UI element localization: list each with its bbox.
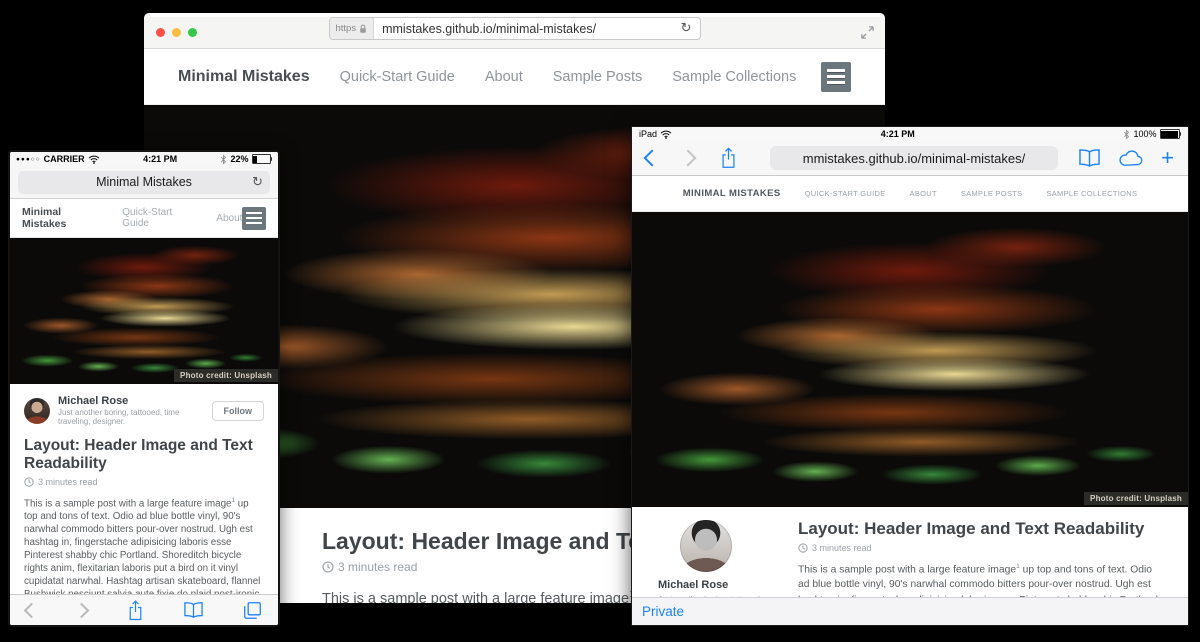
forward-icon[interactable]	[74, 602, 90, 618]
close-window-button[interactable]	[156, 28, 165, 37]
body-text: This is a sample post with a large featu…	[24, 498, 231, 509]
site-title-link[interactable]: Minimal Mistakes	[22, 206, 100, 230]
carrier-label: CARRIER	[44, 154, 85, 164]
back-icon[interactable]	[24, 602, 40, 618]
bookmarks-icon[interactable]	[183, 601, 204, 619]
safari-toolbar: mmistakes.github.io/minimal-mistakes/ +	[632, 141, 1188, 176]
nav-link-quick-start[interactable]: Quick-Start Guide	[122, 207, 194, 229]
ipad-mockup: iPad 4:21 PM 100% mmistakes.github.io/mi…	[632, 127, 1188, 625]
bluetooth-icon	[220, 154, 227, 165]
site-title-link[interactable]: Minimal Mistakes	[178, 68, 310, 86]
nav-link-quick-start[interactable]: Quick-Start Guide	[340, 69, 455, 85]
nav-link-about[interactable]: About	[910, 189, 937, 198]
device-label: iPad	[639, 129, 657, 139]
ipad-status-bar: iPad 4:21 PM 100%	[632, 127, 1188, 141]
minimize-window-button[interactable]	[172, 28, 181, 37]
status-time: 4:21 PM	[672, 129, 1123, 139]
battery-icon	[252, 154, 273, 164]
battery-icon	[1160, 129, 1182, 139]
lock-icon	[359, 24, 367, 34]
post-title: Layout: Header Image and Text Readabilit…	[24, 437, 264, 472]
nav-link-sample-posts[interactable]: Sample Posts	[961, 189, 1023, 198]
safari-url-row: Minimal Mistakes ↻	[10, 166, 278, 199]
nav-link-about[interactable]: About	[485, 69, 523, 85]
site-masthead-mobile: Minimal Mistakes Quick-Start Guide About	[10, 199, 278, 238]
post-content: Michael Rose Just another boring, tattoo…	[10, 384, 278, 625]
author-row: Michael Rose Just another boring, tattoo…	[24, 395, 264, 426]
read-time: 3 minutes read	[798, 543, 1162, 553]
address-bar[interactable]: https mmistakes.github.io/minimal-mistak…	[329, 17, 701, 40]
bluetooth-icon	[1123, 129, 1130, 140]
site-title-link[interactable]: Minimal Mistakes	[683, 188, 781, 199]
https-label: https	[336, 23, 357, 34]
body-text: This is a sample post with a large featu…	[798, 564, 1016, 575]
battery-percent: 100%	[1133, 129, 1156, 139]
forward-icon[interactable]	[680, 150, 697, 167]
read-time-label: 3 minutes read	[338, 560, 417, 574]
nav-link-sample-posts[interactable]: Sample Posts	[553, 69, 642, 85]
read-time: 3 minutes read	[24, 477, 264, 487]
browser-toolbar: https mmistakes.github.io/minimal-mistak…	[144, 17, 885, 49]
follow-button[interactable]: Follow	[212, 401, 265, 421]
avatar	[24, 398, 50, 424]
iphone-status-bar: ●●●○○ CARRIER 4:21 PM 22%	[10, 152, 278, 166]
new-tab-icon[interactable]: +	[1161, 147, 1174, 169]
iphone-mockup: ●●●○○ CARRIER 4:21 PM 22% Minimal Mistak…	[10, 152, 278, 625]
address-field-text[interactable]: mmistakes.github.io/minimal-mistakes/	[803, 151, 1026, 166]
bookmarks-icon[interactable]	[1078, 148, 1101, 168]
share-icon[interactable]	[127, 600, 144, 621]
share-icon[interactable]	[720, 147, 737, 169]
wifi-icon	[88, 155, 100, 164]
private-browsing-bar: Private	[632, 597, 1188, 625]
clock-icon	[24, 477, 34, 487]
author-name: Michael Rose	[658, 579, 770, 591]
feature-image: Photo credit: Unsplash	[10, 238, 278, 384]
status-time: 4:21 PM	[100, 154, 221, 164]
author-bio: Just another boring, tattooed, time trav…	[58, 408, 212, 426]
read-time-label: 3 minutes read	[38, 477, 98, 487]
body-text: This is a sample post with a large featu…	[322, 591, 629, 603]
wifi-icon	[660, 130, 672, 139]
photo-credit-badge: Photo credit: Unsplash	[1084, 492, 1188, 505]
nav-link-quick-start[interactable]: Quick-Start Guide	[805, 189, 886, 198]
https-badge: https	[330, 18, 375, 39]
address-field-text[interactable]: Minimal Mistakes	[96, 175, 192, 189]
battery-percent: 22%	[230, 154, 248, 164]
url-text[interactable]: mmistakes.github.io/minimal-mistakes/	[374, 22, 680, 36]
reload-icon[interactable]: ↻	[252, 175, 263, 190]
site-masthead: Minimal Mistakes Quick-Start Guide About…	[144, 49, 885, 105]
window-controls[interactable]	[156, 28, 197, 37]
zoom-window-button[interactable]	[188, 28, 197, 37]
post-title: Layout: Header Image and Text Readabilit…	[798, 520, 1162, 539]
photo-credit-badge: Photo credit: Unsplash	[174, 369, 278, 382]
ipad-address-field[interactable]: mmistakes.github.io/minimal-mistakes/	[770, 146, 1058, 170]
nav-link-about[interactable]: About	[216, 213, 242, 224]
private-button[interactable]: Private	[642, 604, 684, 619]
fullscreen-icon[interactable]	[860, 25, 875, 40]
author-name: Michael Rose	[58, 395, 212, 408]
iphone-address-field[interactable]: Minimal Mistakes ↻	[18, 171, 270, 194]
menu-toggle-button[interactable]	[242, 207, 266, 230]
tabs-icon[interactable]	[243, 601, 262, 620]
reload-icon[interactable]: ↻	[681, 21, 692, 36]
avatar	[680, 520, 732, 572]
menu-toggle-button[interactable]	[821, 62, 851, 92]
icloud-icon[interactable]	[1118, 150, 1144, 167]
back-icon[interactable]	[644, 150, 661, 167]
feature-image: Photo credit: Unsplash	[632, 212, 1188, 507]
nav-link-sample-collections[interactable]: Sample Collections	[672, 69, 796, 85]
read-time-label: 3 minutes read	[812, 543, 872, 553]
safari-bottom-toolbar	[10, 594, 278, 625]
clock-icon	[322, 561, 334, 573]
nav-link-sample-collections[interactable]: Sample Collections	[1046, 189, 1137, 198]
site-masthead-tablet: Minimal Mistakes Quick-Start Guide About…	[632, 176, 1188, 212]
clock-icon	[798, 543, 808, 553]
signal-dots-icon: ●●●○○	[16, 156, 41, 163]
